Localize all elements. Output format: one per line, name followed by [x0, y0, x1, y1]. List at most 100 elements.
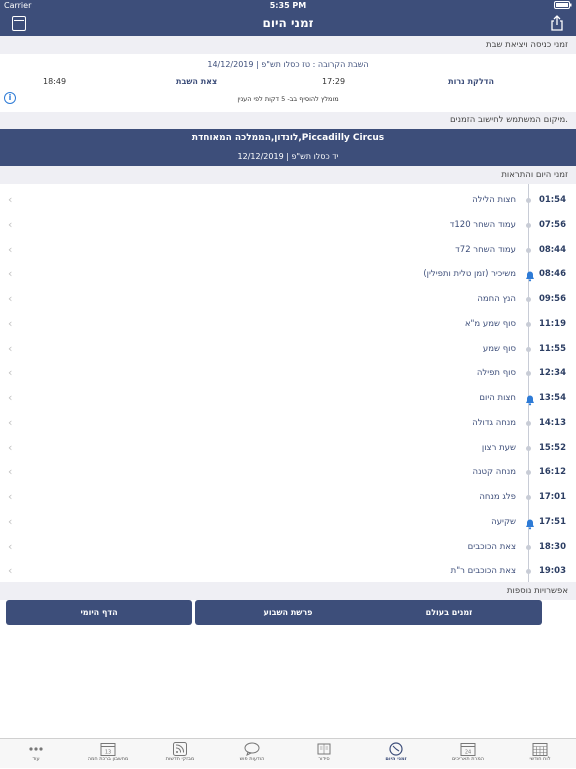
shabbat-end-label: צאת השבת: [176, 77, 218, 86]
time-row[interactable]: ‹ חצות היום 13:54: [0, 385, 576, 410]
timeline-dot: [526, 420, 531, 426]
timeline-dot: [526, 198, 531, 203]
time-row[interactable]: ‹ סוף תפילה 12:34: [0, 360, 576, 385]
chevron-left-icon: ‹: [8, 242, 13, 256]
time-name: שקיעה: [491, 516, 516, 527]
time-row[interactable]: ‹ פלג מנחה 17:01: [0, 484, 576, 509]
chevron-left-icon: ‹: [8, 465, 13, 479]
tab-more-dots[interactable]: עוד: [6, 741, 66, 769]
timeline-dot: [526, 321, 531, 327]
time-name: שעת רצון: [481, 442, 516, 453]
time-value: 17:51: [538, 516, 566, 527]
chevron-left-icon: ‹: [8, 514, 13, 528]
time-row[interactable]: ‹ חצות הלילה 01:54: [0, 187, 576, 212]
time-name: עמוד השחר 120ד: [449, 219, 516, 230]
tab-label: מחשבון ברכת חמה: [87, 756, 129, 762]
time-row[interactable]: ‹ סוף שמע מ"א 11:19: [0, 311, 576, 336]
time-name: צאת הכוכבים ר"ת: [450, 566, 516, 577]
time-name: צאת הכוכבים: [467, 541, 516, 552]
time-row[interactable]: ‹ צאת הכוכבים 18:30: [0, 534, 576, 559]
time-value: 11:19: [538, 318, 566, 329]
tab-calendar-grid[interactable]: לוח חודשי: [510, 741, 570, 769]
times-list: ‹ חצות הלילה 01:54 ‹ עמוד השחר 120ד 07:56 ‹ עמו…: [0, 184, 576, 582]
time-value: 16:12: [538, 467, 566, 478]
chevron-left-icon: ‹: [8, 217, 13, 231]
tab-bar: לוח חודשי 24 המרת תאריכים זמני היום סידור הוד…: [0, 738, 576, 768]
tab-label: המרת תאריכים: [451, 756, 484, 762]
timeline-dot: [526, 470, 531, 476]
time-name: סוף שמע: [482, 343, 516, 354]
time-row[interactable]: ‹ עמוד השחר 120ד 07:56: [0, 212, 576, 237]
time-row[interactable]: ‹ סוף שמע 11:55: [0, 336, 576, 361]
svg-text:24: 24: [465, 750, 471, 756]
location-date: יד כסלו תש"פ | 12/12/2019: [237, 152, 339, 161]
time-value: 07:56: [538, 219, 566, 230]
next-shabbat-date: השבת הקרובה : טז כסלו תש"פ | 14/12/2019: [207, 60, 369, 69]
time-row[interactable]: ‹ שקיעה 17:51: [0, 509, 576, 534]
time-name: מנחה גדולה: [472, 417, 516, 428]
status-bar: Carrier 5:35 PM: [0, 0, 576, 12]
book-icon: [316, 741, 332, 755]
time-value: 17:01: [538, 492, 566, 502]
chevron-left-icon: ‹: [8, 415, 13, 429]
time-name: פלג מנחה: [479, 492, 516, 502]
time-row[interactable]: ‹ צאת הכוכבים ר"ת 19:03: [0, 558, 576, 583]
tab-book[interactable]: סידור: [294, 741, 354, 769]
bell-icon[interactable]: [524, 515, 534, 530]
time-value: 08:44: [538, 244, 566, 255]
timeline-dot: [526, 297, 531, 302]
shabbat-times-card: השבת הקרובה : טז כסלו תש"פ | 14/12/2019 …: [0, 54, 576, 110]
tab-rss[interactable]: מבזקי חדשות: [150, 741, 210, 769]
time-row[interactable]: ‹ מנחה קטנה 16:12: [0, 459, 576, 484]
time-value: 01:54: [538, 195, 566, 205]
times-section-header: זמני היום והתראות: [0, 166, 576, 184]
chevron-left-icon: ‹: [8, 539, 13, 553]
share-icon[interactable]: [550, 15, 564, 31]
tab-clock[interactable]: זמני היום: [366, 741, 426, 769]
chat-bubble-icon: [244, 741, 260, 756]
time-name: סוף שמע מ"א: [464, 318, 516, 329]
bell-icon[interactable]: [524, 391, 534, 406]
time-row[interactable]: ‹ מנחה גדולה 14:13: [0, 410, 576, 435]
timeline-dot: [526, 346, 531, 352]
timeline-dot: [526, 222, 531, 228]
time-value: 14:13: [538, 417, 566, 428]
time-value: 11:55: [538, 343, 566, 354]
candle-lighting-label: הדלקת נרות: [448, 77, 494, 86]
timeline-dot: [526, 445, 531, 451]
nav-bar: זמני היום: [0, 12, 576, 36]
chevron-left-icon: ‹: [8, 564, 13, 578]
tab-label: עוד: [32, 756, 40, 762]
time-row[interactable]: ‹ עמוד השחר 72ד 08:44: [0, 237, 576, 262]
timeline-dot: [526, 569, 531, 575]
weekly-parsha-button[interactable]: פרשת השבוע: [195, 600, 381, 625]
timeline-dot: [526, 495, 531, 500]
tab-calendar-13[interactable]: 13 מחשבון ברכת חמה: [78, 741, 138, 769]
info-icon[interactable]: i: [4, 92, 16, 104]
more-dots-icon: [28, 741, 44, 755]
time-row[interactable]: ‹ שעת רצון 15:52: [0, 435, 576, 460]
status-time: 5:35 PM: [269, 1, 307, 10]
bell-icon[interactable]: [524, 267, 534, 282]
tab-calendar-day[interactable]: 24 המרת תאריכים: [438, 741, 498, 769]
time-value: 13:54: [538, 393, 566, 403]
chevron-left-icon: ‹: [8, 292, 13, 305]
time-row[interactable]: ‹ משיכיר (זמן טלית ותפילין) 08:46: [0, 261, 576, 286]
time-value: 15:52: [538, 442, 566, 453]
calendar-day-icon: 24: [460, 741, 476, 756]
location-name: לונדון,הממלכה המאוחדת,Piccadilly Circus: [191, 133, 385, 143]
tab-label: הודעות פוש: [239, 756, 265, 762]
location-card[interactable]: לונדון,הממלכה המאוחדת,Piccadilly Circus …: [0, 129, 576, 166]
chevron-left-icon: ‹: [8, 316, 13, 330]
calendar-13-icon: 13: [100, 741, 116, 756]
time-value: 12:34: [538, 368, 566, 379]
chevron-left-icon: ‹: [8, 341, 13, 355]
rss-icon: [172, 741, 188, 756]
time-value: 18:30: [538, 541, 566, 552]
tab-chat-bubble[interactable]: הודעות פוש: [222, 741, 282, 769]
daf-yomi-button[interactable]: הדף היומי: [6, 600, 192, 625]
time-row[interactable]: ‹ הנץ החמה 09:56: [0, 286, 576, 311]
page-title: זמני היום: [262, 16, 314, 30]
world-times-button[interactable]: זמנים בעולם: [356, 600, 542, 625]
chevron-left-icon: ‹: [8, 490, 13, 503]
